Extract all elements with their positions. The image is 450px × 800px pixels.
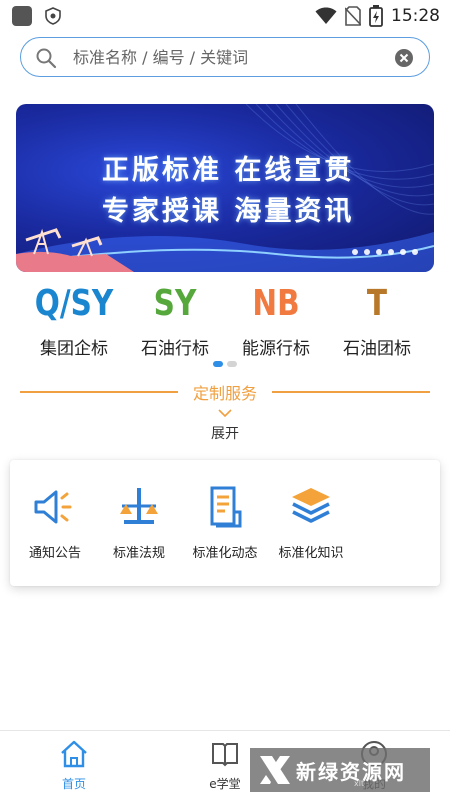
- category-petroleum-industry[interactable]: SY 石油行标: [125, 282, 225, 359]
- watermark: 新绿资源网 xlt: [250, 748, 430, 792]
- nav-item-home[interactable]: 首页: [34, 739, 114, 792]
- banner-dot[interactable]: [388, 249, 394, 255]
- banner-pagination: [352, 249, 418, 255]
- expand-button[interactable]: 展开: [175, 423, 275, 443]
- clock: 15:28: [391, 6, 440, 26]
- category-logo: T: [366, 283, 388, 324]
- clear-icon[interactable]: [395, 49, 413, 67]
- service-news[interactable]: 标准化动态: [180, 482, 270, 561]
- divider: [272, 391, 430, 393]
- document-icon: [210, 486, 242, 528]
- book-icon: [212, 743, 238, 767]
- home-icon: [61, 740, 87, 768]
- search-icon: [36, 48, 57, 69]
- service-label: 标准化知识: [278, 546, 344, 561]
- category-logo: SY: [153, 283, 197, 324]
- custom-service-title: 定制服务: [192, 384, 257, 403]
- service-card: 通知公告 标准法规 标准化动态 标准化知识: [10, 460, 440, 586]
- category-label: 集团企标: [40, 339, 108, 359]
- category-logo: Q/SY: [34, 283, 114, 324]
- battery-icon: [369, 5, 383, 27]
- category-energy-industry[interactable]: NB 能源行标: [226, 282, 326, 359]
- page-dot-active: [213, 361, 223, 367]
- no-sim-icon: [345, 6, 361, 26]
- banner-background: [16, 104, 434, 272]
- watermark-logo: [260, 756, 290, 784]
- page-dot: [227, 361, 237, 367]
- service-label: 标准法规: [112, 546, 165, 561]
- megaphone-icon: [34, 490, 72, 524]
- chevron-down-icon[interactable]: [218, 408, 232, 418]
- category-group-enterprise[interactable]: Q/SY 集团企标: [24, 282, 124, 359]
- category-label: 石油行标: [141, 339, 209, 359]
- service-label: 标准化动态: [192, 546, 258, 561]
- banner-dot[interactable]: [364, 249, 370, 255]
- search-input[interactable]: [73, 45, 373, 69]
- nav-label: 首页: [61, 777, 86, 791]
- service-regulations[interactable]: 标准法规: [94, 482, 184, 561]
- shield-icon: [45, 7, 61, 25]
- scale-icon: [120, 488, 158, 524]
- search-bar[interactable]: [20, 37, 430, 77]
- banner-dot[interactable]: [352, 249, 358, 255]
- wifi-icon: [315, 7, 337, 24]
- watermark-text: 新绿资源网: [296, 760, 406, 784]
- banner-headline-2: 专家授课 海量资讯: [102, 196, 355, 227]
- service-knowledge[interactable]: 标准化知识: [266, 482, 356, 561]
- banner-headline-1: 正版标准 在线宣贯: [102, 155, 355, 186]
- category-label: 能源行标: [242, 339, 310, 359]
- category-petroleum-group[interactable]: T 石油团标: [327, 282, 427, 359]
- watermark-subtext: xlt: [354, 779, 365, 788]
- service-notices[interactable]: 通知公告: [10, 482, 100, 561]
- category-logo: NB: [252, 283, 300, 324]
- app-notification-icon: [12, 6, 32, 26]
- category-label: 石油团标: [343, 339, 411, 359]
- banner-dot[interactable]: [376, 249, 382, 255]
- divider: [20, 391, 178, 393]
- layers-icon: [292, 488, 330, 523]
- service-label: 通知公告: [28, 546, 81, 561]
- status-bar: 15:28: [0, 0, 450, 32]
- promo-banner[interactable]: 正版标准 在线宣贯 专家授课 海量资讯: [16, 104, 434, 272]
- banner-dot[interactable]: [400, 249, 406, 255]
- banner-dot[interactable]: [412, 249, 418, 255]
- category-pagination: [213, 361, 237, 367]
- standard-categories: Q/SY 集团企标 SY 石油行标 NB 能源行标 T 石油团标: [0, 282, 450, 362]
